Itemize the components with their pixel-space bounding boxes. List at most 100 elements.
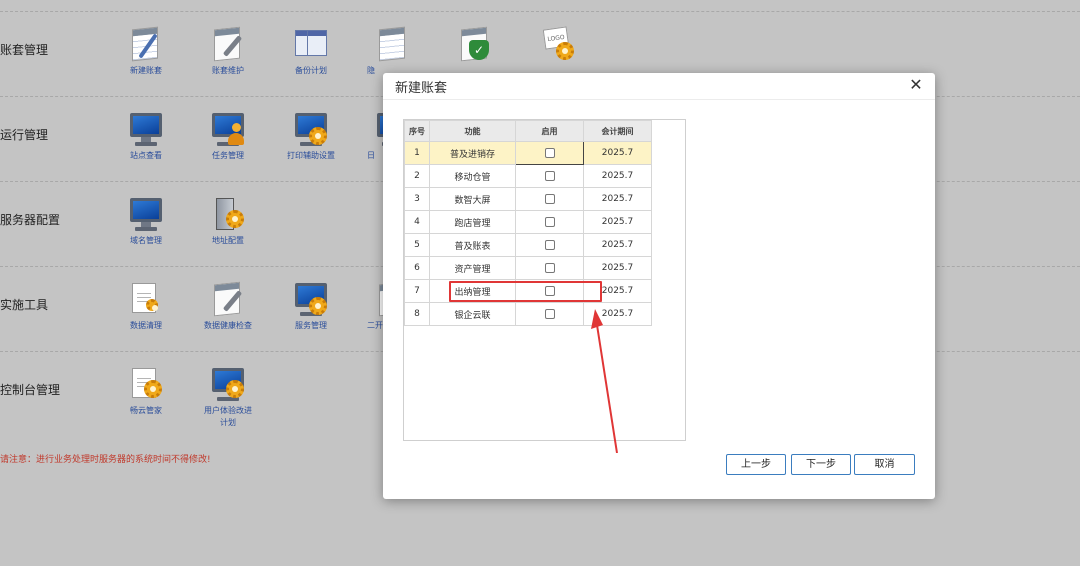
tile-label: 用户体验改进 计划 [204,406,252,427]
dialog-title: 新建账套 [395,81,448,96]
enable-checkbox[interactable] [544,170,555,181]
health-check-icon [210,281,246,317]
enable-cell[interactable] [515,302,584,326]
tile-new-ledger[interactable]: 新建账套 [106,26,186,77]
security-shield-icon: ✓ [457,26,493,62]
enable-checkbox[interactable] [544,239,555,250]
service-gear-icon [293,281,329,317]
function-name: 移动仓管 [429,164,516,188]
table-row[interactable]: 3 数智大屏 2025.7 [404,187,652,211]
function-name: 普及账表 [429,233,516,257]
table-row[interactable]: 4 跑店管理 2025.7 [404,210,652,234]
column-header-function: 功能 [429,120,516,142]
tile-label: 数据健康检查 [204,321,252,330]
cancel-button[interactable]: 取消 [854,454,915,475]
enable-cell[interactable] [515,187,584,211]
enable-checkbox[interactable] [544,262,555,273]
tile-label: 数据清理 [130,321,162,330]
tile-task-user[interactable]: 任务管理 [188,111,268,162]
tile-security-shield[interactable]: ✓ [435,26,515,65]
row-number: 5 [404,233,430,257]
tile-monitor[interactable]: 站点查看 [106,111,186,162]
enable-cell[interactable] [515,256,584,280]
table-row[interactable]: 2 移动仓管 2025.7 [404,164,652,188]
tile-label: 地址配置 [212,236,244,245]
row-number: 2 [404,164,430,188]
function-name: 普及进销存 [429,141,516,165]
section-title: 账套管理 [0,43,49,57]
tile-print-gear[interactable]: 打印辅助设置 [271,111,351,162]
function-name: 银企云联 [429,302,516,326]
ledger-maintain-icon [210,26,246,62]
enable-checkbox[interactable] [544,193,555,204]
accounting-period: 2025.7 [583,210,652,234]
tile-cloud-manager[interactable]: 畅云管家 [106,366,186,417]
accounting-period: 2025.7 [583,187,652,211]
function-name: 数智大屏 [429,187,516,211]
tile-document[interactable]: 数据清理 [106,281,186,332]
enable-cell[interactable] [515,164,584,188]
enable-cell[interactable] [515,141,584,165]
tile-label: 打印辅助设置 [287,151,335,160]
section-title: 运行管理 [0,128,49,142]
row-number: 4 [404,210,430,234]
tile-service-gear[interactable]: 服务管理 [271,281,351,332]
document-icon [128,281,164,317]
enable-cell[interactable] [515,233,584,257]
close-icon[interactable]: ✕ [907,75,925,95]
task-user-icon [210,111,246,147]
prev-step-button[interactable]: 上一步 [726,454,786,475]
tile-label: 新建账套 [130,66,162,75]
monitor-icon [128,196,164,232]
tile-server-gear[interactable]: 地址配置 [188,196,268,247]
tile-health-check[interactable]: 数据健康检查 [188,281,268,332]
highlight-box [449,281,602,302]
logo-settings-icon: LOGO [540,26,576,62]
tile-label: 备份计划 [295,66,327,75]
section-title: 控制台管理 [0,383,61,397]
tile-monitor[interactable]: 域名管理 [106,196,186,247]
column-header-no: 序号 [404,120,430,142]
next-step-button[interactable]: 下一步 [791,454,851,475]
notepad-icon [375,26,411,62]
system-time-notice: 请注意：进行业务处理时服务器的系统时间不得修改! [0,455,211,465]
enable-cell[interactable] [515,210,584,234]
tile-label: 域名管理 [130,236,162,245]
column-header-enabled: 启用 [515,120,584,142]
function-name: 跑店管理 [429,210,516,234]
tile-label: 任务管理 [212,151,244,160]
tile-experience-gear[interactable]: 用户体验改进 计划 [188,366,268,429]
tile-label: 账套维护 [212,66,244,75]
table-header-row: 序号 功能 启用 会计期间 [404,120,652,142]
enable-checkbox[interactable] [544,308,555,319]
table-row[interactable]: 5 普及账表 2025.7 [404,233,652,257]
cloud-manager-icon [128,366,164,402]
row-number: 8 [404,302,430,326]
experience-gear-icon [210,366,246,402]
table-row[interactable]: 1 普及进销存 2025.7 [404,141,652,165]
row-number: 1 [404,141,430,165]
tile-ledger-maintain[interactable]: 账套维护 [188,26,268,77]
accounting-period: 2025.7 [583,256,652,280]
function-name: 资产管理 [429,256,516,280]
section-title: 服务器配置 [0,213,61,227]
row-number: 6 [404,256,430,280]
enable-checkbox[interactable] [544,147,555,158]
new-ledger-dialog: 新建账套 ✕ 序号 功能 启用 会计期间 1 普及进销存 2025.7 2 移动仓管 20… [383,73,935,499]
monitor-icon [128,111,164,147]
dialog-header: 新建账套 ✕ [383,73,935,100]
table-row[interactable]: 6 资产管理 2025.7 [404,256,652,280]
tile-label: 站点查看 [130,151,162,160]
tile-logo-settings[interactable]: LOGO [518,26,598,65]
print-gear-icon [293,111,329,147]
module-grid: 序号 功能 启用 会计期间 1 普及进销存 2025.7 2 移动仓管 2025.7 3 数智… [403,119,686,453]
tile-backup-plan[interactable]: 备份计划 [271,26,351,77]
annotation-arrow [591,309,618,453]
section-title: 实施工具 [0,298,49,312]
accounting-period: 2025.7 [583,141,652,165]
row-number: 7 [404,279,430,303]
tile-notepad[interactable]: 隐 [353,26,433,77]
column-header-period: 会计期间 [583,120,652,142]
enable-checkbox[interactable] [544,216,555,227]
row-number: 3 [404,187,430,211]
